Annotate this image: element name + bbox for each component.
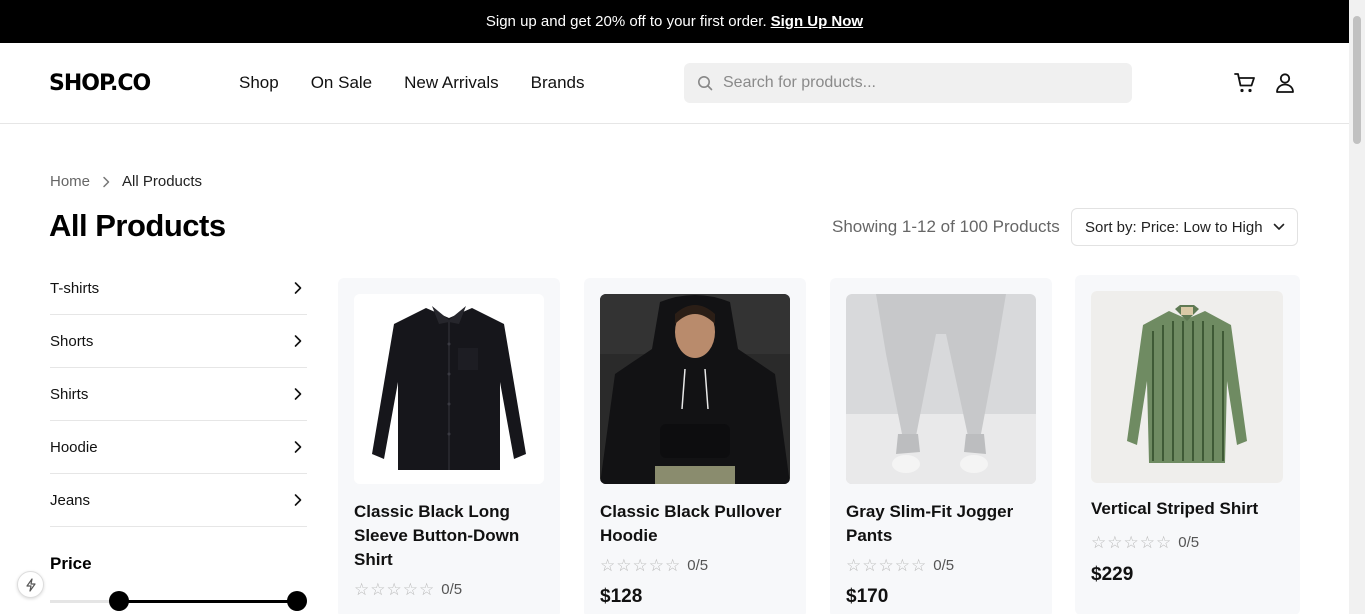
logo[interactable]: SHOP.CO — [49, 71, 151, 96]
promo-text: Sign up and get 20% off to your first or… — [485, 13, 767, 30]
star-icon: ☆ — [370, 580, 386, 599]
chevron-right-icon — [103, 176, 110, 187]
price-range-slider[interactable] — [50, 590, 307, 612]
nav-shop[interactable]: Shop — [239, 73, 279, 93]
category-label: Jeans — [50, 491, 91, 509]
product-card[interactable]: Vertical Striped Shirt ☆ ☆ ☆ ☆ ☆ 0/5 $22… — [1075, 275, 1300, 614]
slider-handle-max[interactable] — [286, 591, 307, 611]
breadcrumb-home[interactable]: Home — [50, 173, 90, 190]
product-rating: ☆ ☆ ☆ ☆ ☆ 0/5 — [354, 581, 462, 598]
promo-banner: Sign up and get 20% off to your first or… — [0, 0, 1349, 43]
category-label: Hoodie — [50, 438, 98, 456]
category-hoodie[interactable]: Hoodie — [50, 421, 307, 474]
star-icon: ☆ — [419, 580, 435, 599]
breadcrumb: Home All Products — [50, 173, 202, 190]
product-card[interactable]: Classic Black Long Sleeve Button-Down Sh… — [338, 278, 560, 614]
star-icon: ☆ — [648, 556, 664, 575]
product-image[interactable] — [600, 294, 790, 484]
search-bar — [684, 63, 1132, 103]
category-shirts[interactable]: Shirts — [50, 368, 307, 421]
nav-brands[interactable]: Brands — [531, 73, 585, 93]
category-label: Shirts — [50, 385, 89, 403]
page-scrollbar[interactable] — [1349, 0, 1365, 614]
search-icon — [698, 76, 713, 91]
page-title: All Products — [49, 208, 226, 243]
star-icon: ☆ — [354, 580, 370, 599]
star-icon: ☆ — [911, 556, 927, 575]
product-rating: ☆ ☆ ☆ ☆ ☆ 0/5 — [846, 557, 954, 574]
product-image[interactable] — [354, 294, 544, 484]
product-image[interactable] — [1091, 291, 1283, 483]
bolt-icon — [25, 577, 36, 592]
product-card[interactable]: Classic Black Pullover Hoodie ☆ ☆ ☆ ☆ ☆ … — [584, 278, 806, 614]
rating-score: 0/5 — [1178, 534, 1200, 551]
slider-handle-min[interactable] — [109, 591, 130, 611]
search-input[interactable] — [723, 74, 1103, 92]
main-nav: Shop On Sale New Arrivals Brands — [239, 73, 584, 93]
star-icon: ☆ — [846, 556, 862, 575]
category-jeans[interactable]: Jeans — [50, 474, 307, 527]
user-icon[interactable] — [1273, 71, 1297, 95]
chevron-right-icon — [294, 494, 302, 506]
product-rating: ☆ ☆ ☆ ☆ ☆ 0/5 — [1091, 534, 1199, 551]
star-icon: ☆ — [402, 580, 418, 599]
product-image[interactable] — [846, 294, 1036, 484]
product-card[interactable]: Gray Slim-Fit Jogger Pants ☆ ☆ ☆ ☆ ☆ 0/5… — [830, 278, 1052, 614]
slider-range-fill — [119, 600, 297, 603]
category-label: T-shirts — [50, 279, 100, 297]
category-tshirts[interactable]: T-shirts — [50, 262, 307, 315]
nav-new-arrivals[interactable]: New Arrivals — [404, 73, 498, 93]
sign-up-link[interactable]: Sign Up Now — [771, 13, 864, 30]
star-icon: ☆ — [1091, 533, 1107, 552]
product-price: $128 — [600, 586, 643, 607]
site-header: SHOP.CO Shop On Sale New Arrivals Brands — [0, 43, 1349, 124]
star-icon: ☆ — [1156, 533, 1172, 552]
product-name[interactable]: Classic Black Long Sleeve Button-Down Sh… — [354, 500, 550, 572]
rating-score: 0/5 — [441, 581, 463, 598]
star-icon: ☆ — [1139, 533, 1155, 552]
star-icon: ☆ — [386, 580, 402, 599]
nav-on-sale[interactable]: On Sale — [311, 73, 372, 93]
star-icon: ☆ — [1107, 533, 1123, 552]
category-list: T-shirts Shorts Shirts Hoodie Jeans — [50, 262, 307, 527]
price-filter-title: Price — [50, 554, 92, 573]
star-icon: ☆ — [1123, 533, 1139, 552]
sort-label: Sort by: Price: Low to High — [1085, 218, 1263, 236]
rating-score: 0/5 — [687, 557, 709, 574]
product-name[interactable]: Gray Slim-Fit Jogger Pants — [846, 500, 1042, 548]
product-rating: ☆ ☆ ☆ ☆ ☆ 0/5 — [600, 557, 708, 574]
chevron-right-icon — [294, 282, 302, 294]
product-price: $170 — [846, 586, 889, 607]
star-icon: ☆ — [894, 556, 910, 575]
product-name[interactable]: Classic Black Pullover Hoodie — [600, 500, 796, 548]
chevron-right-icon — [294, 441, 302, 453]
product-price: $229 — [1091, 564, 1134, 585]
results-count: Showing 1-12 of 100 Products — [832, 217, 1060, 236]
star-icon: ☆ — [862, 556, 878, 575]
rating-score: 0/5 — [933, 557, 955, 574]
chevron-down-icon — [1273, 223, 1285, 230]
cart-icon[interactable] — [1233, 71, 1257, 95]
product-name[interactable]: Vertical Striped Shirt — [1091, 497, 1287, 521]
star-icon: ☆ — [600, 556, 616, 575]
chevron-right-icon — [294, 388, 302, 400]
chevron-right-icon — [294, 335, 302, 347]
star-icon: ☆ — [632, 556, 648, 575]
star-icon: ☆ — [616, 556, 632, 575]
scrollbar-thumb[interactable] — [1353, 16, 1361, 144]
breadcrumb-current: All Products — [122, 173, 203, 190]
star-icon: ☆ — [878, 556, 894, 575]
sort-dropdown[interactable]: Sort by: Price: Low to High — [1071, 208, 1298, 246]
bolt-badge[interactable] — [17, 571, 44, 598]
category-shorts[interactable]: Shorts — [50, 315, 307, 368]
star-icon: ☆ — [665, 556, 681, 575]
category-label: Shorts — [50, 332, 94, 350]
